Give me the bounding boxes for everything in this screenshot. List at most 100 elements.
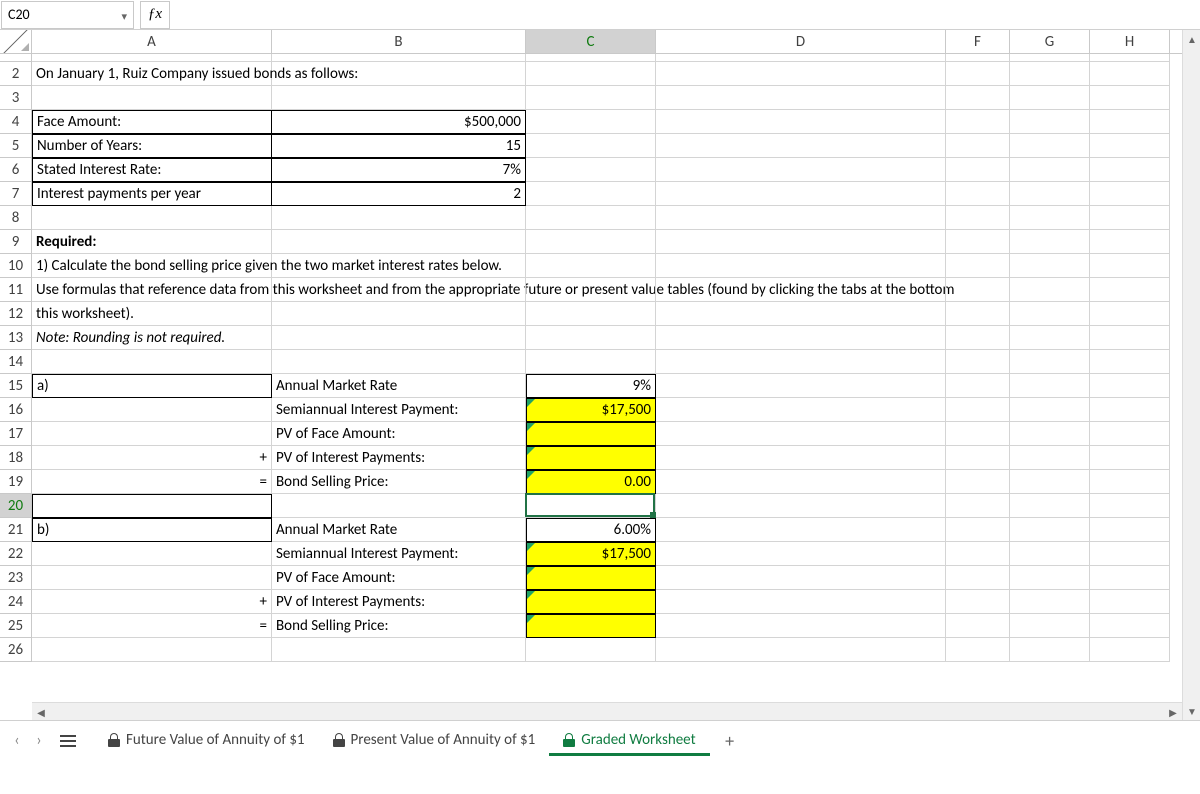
cell[interactable]: = — [32, 614, 272, 638]
cell[interactable] — [656, 230, 946, 254]
row-header[interactable]: 9 — [0, 230, 32, 254]
cell[interactable]: Required: — [32, 230, 272, 254]
cell[interactable] — [1010, 230, 1090, 254]
cell[interactable] — [946, 110, 1010, 134]
cell[interactable]: 1) Calculate the bond selling price give… — [32, 254, 272, 278]
cell[interactable] — [946, 422, 1010, 446]
cell[interactable] — [1090, 254, 1170, 278]
cell[interactable] — [656, 206, 946, 230]
cell[interactable] — [526, 54, 656, 62]
all-sheets-button[interactable] — [60, 730, 84, 752]
cell[interactable] — [946, 374, 1010, 398]
cell[interactable]: Number of Years: — [32, 134, 272, 158]
sheet-tab[interactable]: Present Value of Annuity of $1 — [319, 725, 550, 756]
row-header[interactable]: 13 — [0, 326, 32, 350]
cell[interactable] — [1090, 590, 1170, 614]
sheet-tab[interactable]: Graded Worksheet — [549, 725, 709, 756]
cell[interactable] — [946, 614, 1010, 638]
cell[interactable] — [656, 422, 946, 446]
cell[interactable] — [272, 230, 526, 254]
cell[interactable] — [656, 614, 946, 638]
cell[interactable]: Bond Selling Price: — [272, 614, 526, 638]
column-header-B[interactable]: B — [272, 30, 526, 53]
cell[interactable] — [656, 278, 946, 302]
cell[interactable] — [1090, 398, 1170, 422]
cell[interactable] — [946, 326, 1010, 350]
cell[interactable] — [32, 566, 272, 590]
cell[interactable]: this worksheet). — [32, 302, 272, 326]
cell[interactable] — [1010, 446, 1090, 470]
cell[interactable]: $500,000 — [272, 110, 526, 134]
cell[interactable] — [656, 182, 946, 206]
cell[interactable] — [656, 470, 946, 494]
cell[interactable] — [272, 62, 526, 86]
cell[interactable] — [272, 302, 526, 326]
cell[interactable]: Annual Market Rate — [272, 374, 526, 398]
row-header[interactable] — [0, 54, 32, 62]
cell[interactable]: Stated Interest Rate: — [32, 158, 272, 182]
scroll-right-icon[interactable]: ▶ — [1164, 703, 1182, 720]
cell[interactable] — [272, 86, 526, 110]
cell[interactable] — [656, 566, 946, 590]
cell[interactable] — [1090, 614, 1170, 638]
cell[interactable] — [1090, 158, 1170, 182]
row-header[interactable]: 2 — [0, 62, 32, 86]
cell[interactable] — [1010, 638, 1090, 662]
cell[interactable]: a) — [32, 374, 272, 398]
cell[interactable]: Note: Rounding is not required. — [32, 326, 272, 350]
cell[interactable] — [32, 350, 272, 374]
cell[interactable] — [1090, 542, 1170, 566]
cell[interactable] — [1090, 374, 1170, 398]
cell[interactable] — [272, 326, 526, 350]
cell[interactable] — [1010, 134, 1090, 158]
cell[interactable] — [946, 398, 1010, 422]
name-box[interactable]: C20 ▾ — [1, 1, 134, 29]
cell[interactable] — [1010, 62, 1090, 86]
row-header[interactable]: 11 — [0, 278, 32, 302]
row-header[interactable]: 18 — [0, 446, 32, 470]
cell[interactable] — [656, 158, 946, 182]
cell[interactable] — [32, 86, 272, 110]
cell[interactable] — [1010, 86, 1090, 110]
cell[interactable] — [946, 254, 1010, 278]
column-header-C[interactable]: C — [526, 30, 656, 53]
cell[interactable] — [526, 182, 656, 206]
scroll-left-icon[interactable]: ◀ — [32, 703, 50, 720]
row-header[interactable]: 23 — [0, 566, 32, 590]
cell[interactable]: PV of Face Amount: — [272, 566, 526, 590]
select-all-corner[interactable] — [0, 30, 32, 53]
row-header[interactable]: 5 — [0, 134, 32, 158]
cell[interactable] — [946, 206, 1010, 230]
cell[interactable] — [272, 350, 526, 374]
cell[interactable] — [272, 206, 526, 230]
cell[interactable] — [1010, 206, 1090, 230]
cell[interactable] — [946, 350, 1010, 374]
row-header[interactable]: 24 — [0, 590, 32, 614]
cell[interactable] — [1010, 518, 1090, 542]
row-header[interactable]: 15 — [0, 374, 32, 398]
cell[interactable]: + — [32, 590, 272, 614]
cell[interactable] — [526, 302, 656, 326]
cell[interactable] — [656, 254, 946, 278]
cell[interactable] — [1090, 422, 1170, 446]
cell[interactable]: PV of Face Amount: — [272, 422, 526, 446]
vertical-scrollbar[interactable]: ▲ ▼ — [1182, 30, 1200, 720]
cell[interactable] — [1010, 54, 1090, 62]
cell[interactable] — [946, 470, 1010, 494]
cell[interactable] — [1090, 206, 1170, 230]
column-header-H[interactable]: H — [1090, 30, 1170, 53]
cell[interactable]: 0.00 — [526, 470, 656, 494]
cell[interactable] — [1010, 110, 1090, 134]
cell[interactable]: PV of Interest Payments: — [272, 590, 526, 614]
cell[interactable]: Interest payments per year — [32, 182, 272, 206]
cell[interactable] — [1010, 302, 1090, 326]
cell[interactable] — [526, 614, 656, 638]
cell[interactable] — [1090, 278, 1170, 302]
cell[interactable] — [656, 542, 946, 566]
cell[interactable] — [656, 374, 946, 398]
cell[interactable] — [946, 494, 1010, 518]
cell[interactable]: 6.00% — [526, 518, 656, 542]
cell[interactable]: On January 1, Ruiz Company issued bonds … — [32, 62, 272, 86]
cell[interactable] — [946, 62, 1010, 86]
cell[interactable] — [32, 398, 272, 422]
